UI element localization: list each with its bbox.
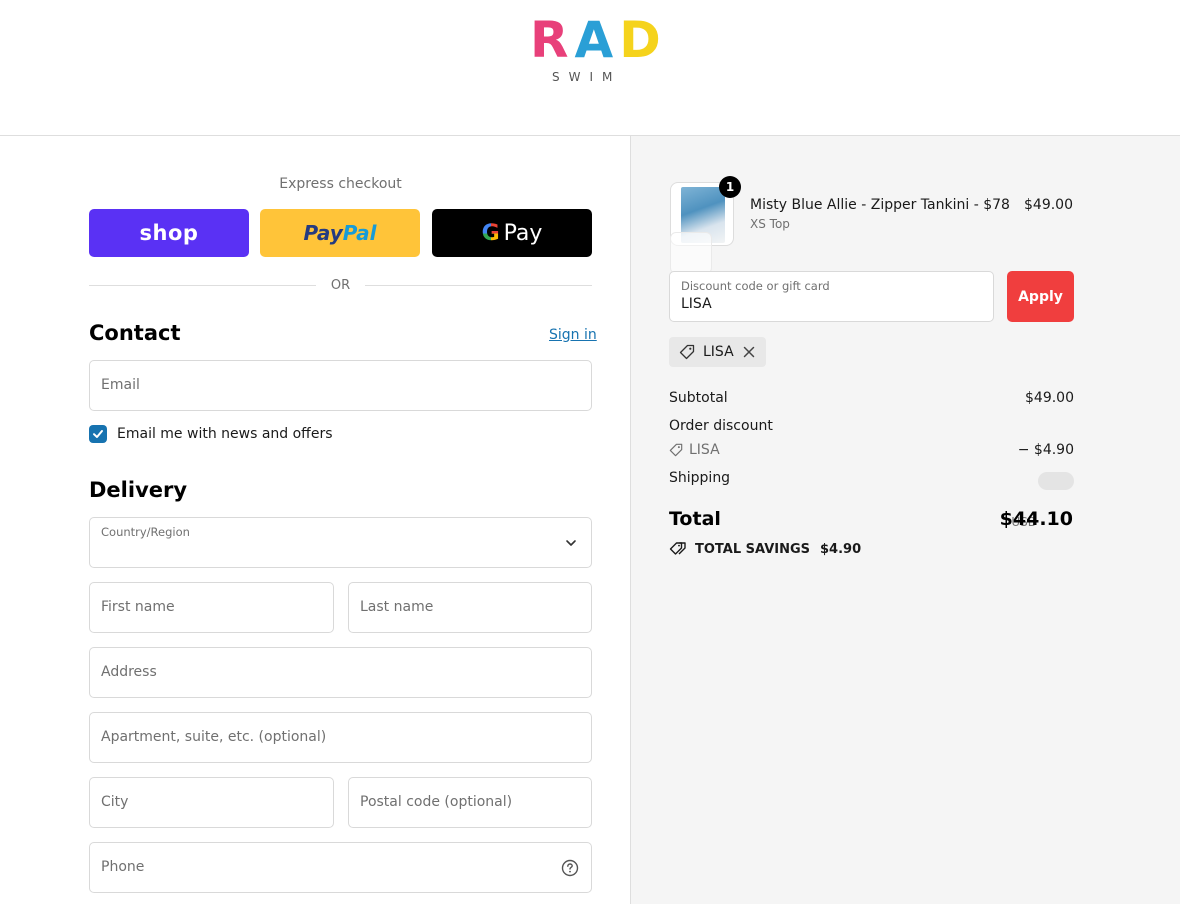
google-pay-button[interactable]: G Pay: [432, 209, 592, 257]
subtotal-value: $49.00: [1025, 390, 1074, 406]
help-icon[interactable]: [561, 859, 579, 877]
shop-pay-button[interactable]: shop: [89, 209, 249, 257]
sign-in-link[interactable]: Sign in: [549, 327, 597, 343]
discount-code-info: LISA: [669, 442, 1074, 458]
address-field[interactable]: Address: [89, 647, 592, 698]
applied-code-label: LISA: [703, 344, 734, 360]
logo-letter-d: D: [619, 11, 661, 69]
checkout-header: R A D SWIM: [0, 0, 1180, 136]
subtotal-label: Subtotal: [669, 390, 728, 406]
delivery-heading: Delivery: [89, 478, 188, 502]
discount-code-field[interactable]: Discount code or gift card LISA: [669, 271, 994, 322]
shipping-row: Shipping: [669, 470, 1074, 490]
first-name-placeholder: First name: [101, 599, 175, 615]
subtotal-row: Subtotal $49.00: [669, 390, 1074, 406]
total-label: Total: [669, 508, 721, 530]
or-label: OR: [330, 277, 351, 293]
shop-pay-label: shop: [139, 221, 199, 245]
order-discount-row: Order discount: [669, 418, 1074, 434]
checkout-form-column: Express checkout shop Pay Pal G Pay OR Co…: [0, 136, 630, 904]
postal-code-field[interactable]: Postal code (optional): [348, 777, 592, 828]
or-divider: OR: [89, 276, 593, 294]
discount-label: Discount code or gift card: [681, 279, 830, 293]
logo-letters: R A D: [530, 11, 661, 69]
newsletter-label: Email me with news and offers: [117, 426, 333, 442]
divider-line: [365, 284, 593, 286]
address-placeholder: Address: [101, 664, 157, 680]
brand-logo[interactable]: R A D SWIM: [530, 11, 661, 92]
tag-icon: [679, 344, 695, 360]
tag-icon: [669, 443, 683, 457]
quantity-badge: 1: [719, 176, 741, 198]
total-value: $44.10: [999, 508, 1073, 530]
apartment-placeholder: Apartment, suite, etc. (optional): [101, 729, 327, 745]
email-placeholder: Email: [101, 377, 140, 393]
google-pay-label: Pay: [503, 220, 543, 246]
paypal-label-pal: Pal: [342, 221, 377, 245]
savings-value: $4.90: [820, 541, 862, 557]
phone-field[interactable]: Phone: [89, 842, 592, 893]
phone-placeholder: Phone: [101, 859, 145, 875]
postal-code-placeholder: Postal code (optional): [360, 794, 513, 810]
last-name-placeholder: Last name: [360, 599, 434, 615]
divider-line: [89, 284, 316, 286]
total-savings-row: TOTAL SAVINGS $4.90: [669, 541, 861, 557]
google-g-icon: G: [481, 220, 500, 246]
newsletter-option[interactable]: Email me with news and offers: [89, 425, 333, 443]
shipping-loading-placeholder: [1038, 472, 1074, 490]
order-discount-label: Order discount: [669, 418, 773, 434]
newsletter-checkbox[interactable]: [89, 425, 107, 443]
apply-discount-button[interactable]: Apply: [1007, 271, 1074, 322]
country-label: Country/Region: [101, 525, 190, 539]
order-summary-column: 1 Misty Blue Allie - Zipper Tankini - $7…: [630, 136, 1180, 904]
discount-amount: − $4.90: [1017, 442, 1074, 458]
apartment-field[interactable]: Apartment, suite, etc. (optional): [89, 712, 592, 763]
close-icon[interactable]: [742, 345, 756, 359]
applied-discount-chip: LISA: [669, 337, 766, 367]
last-name-field[interactable]: Last name: [348, 582, 592, 633]
discount-value: LISA: [681, 296, 712, 312]
savings-tag-icon: [669, 542, 686, 555]
savings-label: TOTAL SAVINGS: [695, 541, 811, 557]
city-field[interactable]: City: [89, 777, 334, 828]
discount-code-row: LISA − $4.90: [669, 442, 1074, 458]
country-select[interactable]: Country/Region: [89, 517, 592, 568]
express-checkout-title: Express checkout: [279, 176, 402, 192]
chevron-down-icon: [566, 540, 576, 546]
paypal-label-pay: Pay: [303, 221, 343, 245]
logo-letter-a: A: [574, 11, 614, 69]
shipping-label: Shipping: [669, 470, 731, 486]
city-placeholder: City: [101, 794, 129, 810]
product-name: Misty Blue Allie - Zipper Tankini - $78: [750, 197, 1010, 213]
thumbnail-overlay: [670, 232, 712, 274]
contact-heading: Contact: [89, 321, 181, 345]
logo-letter-r: R: [530, 11, 569, 69]
logo-subtitle: SWIM: [552, 70, 622, 84]
paypal-button[interactable]: Pay Pal: [260, 209, 420, 257]
product-variant: XS Top: [750, 217, 790, 231]
product-price: $49.00: [1024, 197, 1073, 213]
first-name-field[interactable]: First name: [89, 582, 334, 633]
discount-code-name: LISA: [689, 442, 720, 458]
email-field[interactable]: Email: [89, 360, 592, 411]
checkmark-icon: [93, 430, 103, 438]
